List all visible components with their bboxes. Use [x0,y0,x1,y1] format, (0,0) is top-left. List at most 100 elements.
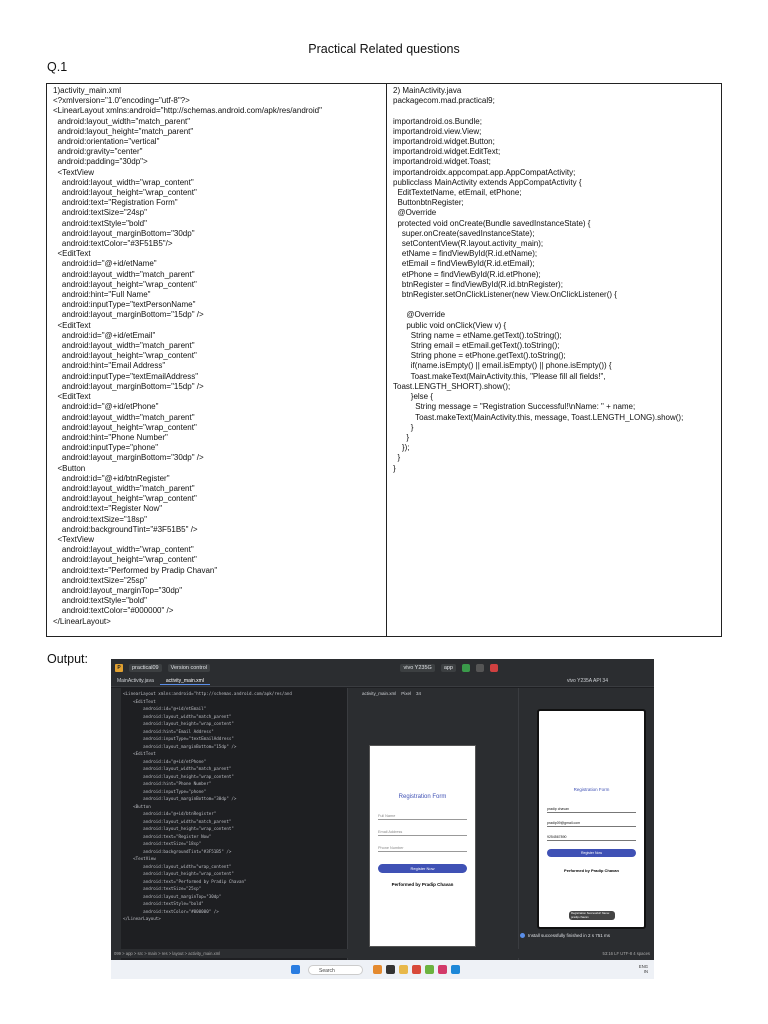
editor-code-line: android:layout_marginBottom="15dp" /> [123,743,237,749]
xml-code-line: android:layout_width="match_parent" [53,412,195,422]
editor-code-line: android:text="Register Now" [123,833,212,839]
design-toolbar: activity_main.xml Pixel 34 [348,688,518,698]
xml-code-line: android:layout_width="match_parent" [53,269,195,279]
taskbar-app-icon[interactable] [373,965,382,974]
editor-gutter [111,688,121,966]
code-editor[interactable]: <LinearLayout xmlns:android="http://sche… [121,688,347,966]
editor-code-line: android:layout_width="match_parent" [123,818,232,824]
java-code-line: Toast.makeText(MainActivity.this, messag… [393,412,684,422]
breadcrumb: 099 > app > src > main > res > layout > … [114,951,221,956]
folder-icon[interactable] [399,965,408,974]
xml-code-line: android:layout_height="wrap_content" [53,555,197,565]
xml-code-line: android:inputType="textPersonName" [53,300,196,310]
ide-status-bar: 099 > app > src > main > res > layout > … [111,949,654,958]
editor-code-line: </LinearLayout> [123,916,161,921]
xml-code-line: android:padding="30dp"> [53,157,148,167]
editor-code-line: android:textSize="25sp" [123,886,202,891]
editor-code-line: <Button [123,803,151,809]
install-notification: Install successfully finished in 2 s 751… [520,930,654,940]
editor-code-line: android:hint="Email Address" [123,728,214,734]
tab-mainactivity[interactable]: MainActivity.java [111,678,160,684]
java-code-line: etPhone = findViewById(R.id.etPhone); [393,269,541,279]
java-code-line: importandroid.widget.Toast; [393,157,491,167]
editor-code: <LinearLayout xmlns:android="http://sche… [123,690,292,923]
emulator-register-button[interactable]: Register Now [547,849,636,857]
xml-code-line: android:id="@+id/etName" [53,259,157,269]
windows-start-icon[interactable] [291,965,300,974]
cursor-position: 53:16 LF UTF-8 4 spaces [602,951,650,956]
editor-code-line: android:inputType="textEmailAddress" [123,736,234,741]
xml-code-line: android:hint="Email Address" [53,361,166,371]
java-code-line: public void onClick(View v) { [393,320,507,330]
xml-code-line: android:layout_height="wrap_content" [53,188,197,198]
debug-icon[interactable] [476,663,484,672]
xml-code-line: android:inputType="phone" [53,443,159,453]
xml-code-line: android:hint="Phone Number" [53,432,168,442]
editor-code-line: android:textColor="#000000" /> [123,908,219,914]
java-code-line: Toast.makeText(MainActivity.this, "Pleas… [393,371,606,381]
xml-code-line: android:inputType="textEmailAddress" [53,371,199,381]
xml-code-line: 1)activity_main.xml [53,86,122,95]
install-message: Install successfully finished in 2 s 751… [528,932,611,938]
chrome-icon[interactable] [412,965,421,974]
layout-preview: Registration Form Full Name Email Addres… [369,745,476,947]
editor-code-line: android:layout_height="wrap_content" [123,871,234,876]
design-file-selector[interactable]: activity_main.xml [362,691,396,696]
java-code-line: ButtonbtnRegister; [393,198,464,208]
xml-code-line: android:gravity="center" [53,147,143,157]
xml-code-line: android:backgroundTint="#3F51B5" /> [53,524,198,534]
tab-emulator[interactable]: vivo Y235A API 34 [561,678,614,684]
android-studio-icon[interactable] [425,965,434,974]
java-code-line: Toast.LENGTH_SHORT).show(); [393,381,511,391]
stop-icon[interactable] [490,663,498,672]
java-code-line: String email = etEmail.getText().toStrin… [393,341,560,351]
question-label: Q.1 [47,60,68,74]
taskbar-app-icon[interactable] [438,965,447,974]
editor-code-line: android:text="Performed by Pradip Chavan… [123,878,247,884]
design-zoom[interactable]: 34 [416,691,421,696]
page-title: Practical Related questions [308,42,460,56]
java-code-line: publicclass MainActivity extends AppComp… [393,177,582,187]
emulator-email-field[interactable]: pradip09@gmail.com [547,821,636,827]
xml-code-line: android:layout_height="wrap_content" [53,494,197,504]
preview-performed-by: Performed by Pradip Chavan [391,882,454,887]
xml-code-line: </LinearLayout> [53,616,111,626]
xml-code-line: <EditText [53,320,91,330]
xml-code-line: android:layout_marginTop="30dp" [53,585,183,595]
xml-code-line: android:textStyle="bold" [53,218,147,228]
xml-code-line: android:layout_marginBottom="30dp" [53,228,195,238]
run-config-selector[interactable]: app [440,663,456,672]
edge-icon[interactable] [451,965,460,974]
project-selector[interactable]: practical09 [129,663,162,672]
java-code-line: } [393,463,396,473]
emulator-name-field[interactable]: pradip chavan [547,807,636,813]
emulator-phone-field[interactable]: 9254567890 [547,835,636,841]
project-badge: P [115,663,123,672]
tab-activity-main[interactable]: activity_main.xml [159,678,210,685]
preview-register-button: Register Now [378,864,467,873]
preview-email-field: Email Address [378,830,467,836]
xml-code-line: android:text="Registration Form" [53,198,178,208]
xml-code-line: <Button [53,463,86,473]
xml-code-line: <LinearLayout xmlns:android="http://sche… [53,106,322,116]
java-code-line: } [393,432,410,442]
xml-code-column: 1)activity_main.xml <?xmlversion="1.0"enc… [47,84,387,636]
design-device-selector[interactable]: Pixel [401,691,411,696]
xml-code-line: android:id="@+id/etPhone" [53,402,159,412]
editor-code-line: <LinearLayout xmlns:android="http://sche… [123,691,292,696]
java-code-line: }else { [393,392,434,402]
run-icon[interactable] [462,663,470,672]
java-code-line [393,300,715,310]
editor-tabs: MainActivity.java activity_main.xml vivo… [111,676,654,687]
taskbar-app-icon[interactable] [386,965,395,974]
version-control-menu[interactable]: Version control [167,663,210,672]
java-code-line [393,106,715,116]
device-selector[interactable]: vivo Y235G [400,663,435,672]
java-code-line: String message = "Registration Successfu… [393,402,636,412]
taskbar-search[interactable]: Search [308,965,363,975]
java-code-line: } [393,453,401,463]
xml-code-line: <TextView [53,534,94,544]
system-tray-language: ENG IN [638,964,648,974]
xml-code-line: android:layout_height="wrap_content" [53,351,197,361]
java-code-line: String phone = etPhone.getText().toStrin… [393,351,566,361]
